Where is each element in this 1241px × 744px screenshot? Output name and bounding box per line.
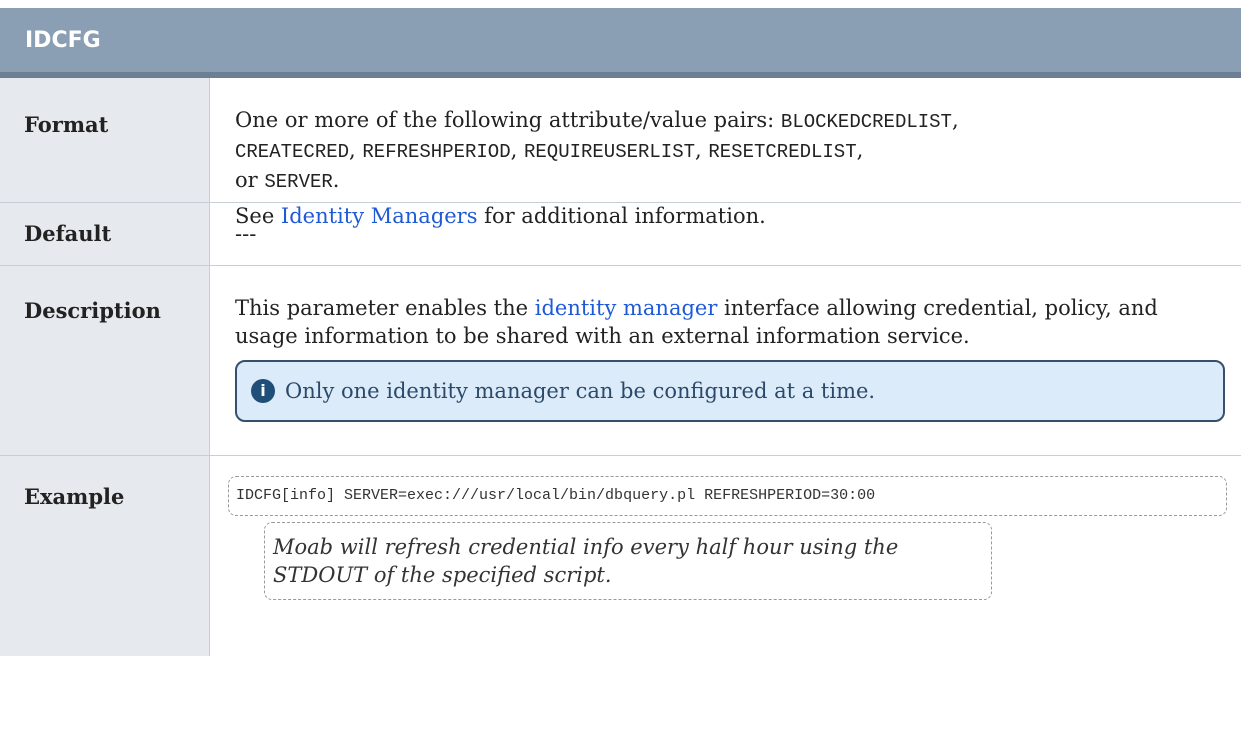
example-label: Example	[0, 456, 210, 656]
format-sep: ,	[695, 138, 709, 162]
identity-manager-link[interactable]: identity manager	[535, 296, 718, 320]
format-intro: One or more of the following attribute/v…	[235, 108, 781, 132]
description-value: This parameter enables the identity mana…	[210, 266, 1241, 455]
description-prefix: This parameter enables the	[235, 296, 535, 320]
format-or: or	[235, 168, 265, 192]
format-sep: ,	[510, 138, 524, 162]
example-caption: Moab will refresh credential info every …	[264, 522, 992, 600]
format-attr: RESETCREDLIST	[708, 141, 857, 163]
example-row: Example IDCFG[info] SERVER=exec:///usr/l…	[0, 456, 1241, 656]
description-text: This parameter enables the identity mana…	[235, 294, 1227, 350]
description-label: Description	[0, 266, 210, 455]
info-note: i Only one identity manager can be confi…	[235, 360, 1225, 422]
format-sep: ,	[349, 138, 363, 162]
format-attr: REQUIREUSERLIST	[523, 141, 696, 163]
format-label: Format	[0, 78, 210, 202]
format-attr: CREATECRED	[235, 141, 350, 163]
code-example: IDCFG[info] SERVER=exec:///usr/local/bin…	[228, 476, 1227, 516]
format-attr: REFRESHPERIOD	[362, 141, 511, 163]
parameter-table: IDCFG Format One or more of the followin…	[0, 8, 1241, 656]
description-row: Description This parameter enables the i…	[0, 266, 1241, 456]
default-value: ---	[235, 222, 257, 246]
format-end: .	[332, 168, 340, 192]
format-value: One or more of the following attribute/v…	[210, 78, 1241, 228]
format-attr: BLOCKEDCREDLIST	[780, 111, 952, 133]
default-label: Default	[0, 203, 210, 265]
format-sep: ,	[856, 138, 864, 162]
format-row: Format One or more of the following attr…	[0, 78, 1241, 228]
parameter-title: IDCFG	[0, 8, 1241, 78]
info-icon: i	[251, 379, 275, 403]
format-text: One or more of the following attribute/v…	[235, 106, 1227, 196]
note-text: Only one identity manager can be configu…	[285, 379, 876, 403]
format-attr: SERVER	[264, 171, 333, 193]
format-sep: ,	[951, 108, 959, 132]
example-value: IDCFG[info] SERVER=exec:///usr/local/bin…	[210, 456, 1241, 656]
